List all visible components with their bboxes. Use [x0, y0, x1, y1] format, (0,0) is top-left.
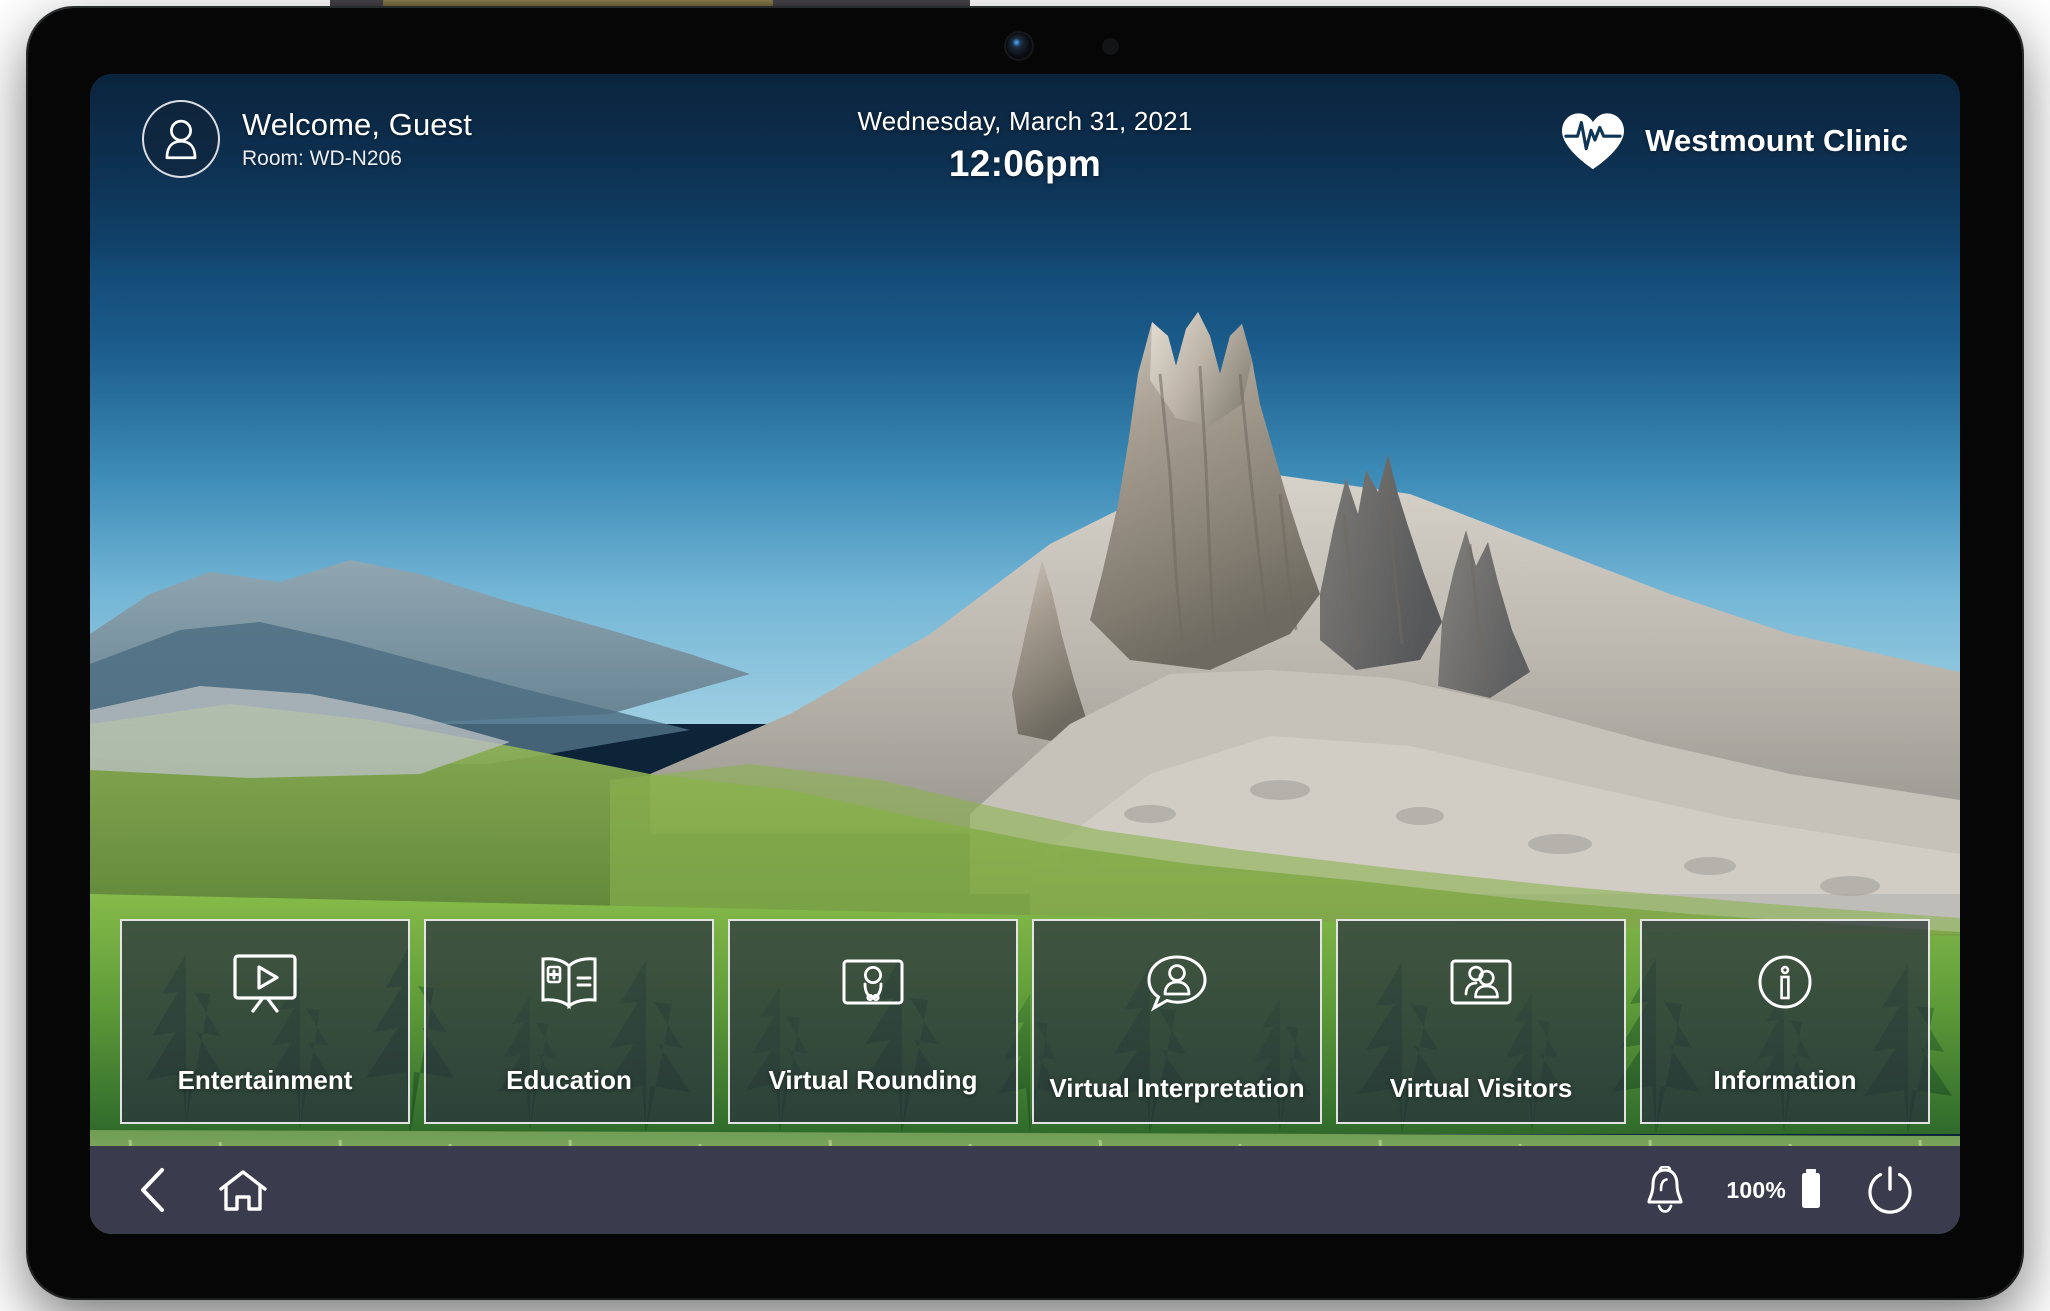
front-camera-lens-icon [1006, 33, 1032, 59]
back-button[interactable] [134, 1165, 172, 1215]
power-icon [1868, 1166, 1912, 1214]
info-circle-icon [1749, 947, 1821, 1019]
tile-label: Education [506, 1065, 632, 1096]
tile-label: Information [1713, 1065, 1857, 1096]
clinic-logo: Westmount Clinic [1558, 110, 1908, 172]
screen-doctor-icon [837, 947, 909, 1019]
home-button[interactable] [218, 1167, 268, 1213]
main-menu-tiles: Entertainment Education Virtual Rounding… [120, 919, 1930, 1124]
tile-label: Virtual Interpretation [1049, 1073, 1305, 1104]
ambient-light-sensor-icon [1102, 38, 1119, 55]
nurse-call-button[interactable] [1644, 1166, 1686, 1214]
tile-label: Virtual Rounding [768, 1065, 978, 1096]
battery-percent-label: 100% [1726, 1176, 1786, 1203]
header-bar: Welcome, Guest Room: WD-N206 Wednesday, … [90, 74, 1960, 244]
power-button[interactable] [1864, 1164, 1916, 1216]
home-icon [219, 1170, 267, 1211]
tile-entertainment[interactable]: Entertainment [120, 919, 410, 1124]
bottom-navigation-bar: 100% [90, 1146, 1960, 1234]
tablet-screen: Welcome, Guest Room: WD-N206 Wednesday, … [90, 74, 1960, 1234]
battery-full-icon [1802, 1169, 1820, 1208]
bell-icon [1647, 1166, 1683, 1213]
battery-status: 100% [1726, 1168, 1824, 1212]
open-book-medical-icon [533, 947, 605, 1019]
nav-left-group [134, 1165, 268, 1215]
tile-education[interactable]: Education [424, 919, 714, 1124]
screen-two-people-icon [1445, 947, 1517, 1019]
chevron-left-icon [141, 1168, 164, 1212]
tile-virtual-rounding[interactable]: Virtual Rounding [728, 919, 1018, 1124]
heart-pulse-icon [1562, 113, 1625, 170]
tv-play-icon [229, 947, 301, 1019]
tile-label: Entertainment [177, 1065, 353, 1096]
tile-virtual-interpretation[interactable]: Virtual Interpretation [1032, 919, 1322, 1124]
tile-information[interactable]: Information [1640, 919, 1930, 1124]
speech-bubble-person-icon [1141, 947, 1213, 1019]
tablet-device: Welcome, Guest Room: WD-N206 Wednesday, … [28, 8, 2022, 1298]
tile-virtual-visitors[interactable]: Virtual Visitors [1336, 919, 1626, 1124]
nav-right-group: 100% [1644, 1164, 1916, 1216]
tile-label: Virtual Visitors [1389, 1073, 1573, 1104]
clinic-name: Westmount Clinic [1645, 123, 1908, 158]
